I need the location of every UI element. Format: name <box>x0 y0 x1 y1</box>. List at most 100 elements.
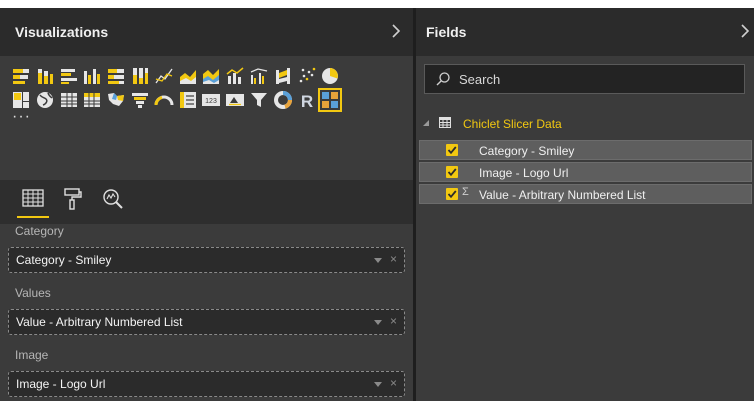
checkmark-icon <box>447 190 457 199</box>
slicer-icon[interactable] <box>248 89 270 111</box>
pie-chart-icon[interactable] <box>319 65 341 87</box>
gauge-icon[interactable] <box>153 89 175 111</box>
funnel-icon[interactable] <box>129 89 151 111</box>
visualization-row-1 <box>10 65 343 87</box>
filled-map-icon[interactable] <box>105 89 127 111</box>
analytics-magnifier-icon <box>103 189 123 209</box>
r-script-visual-icon-glyph: R <box>300 92 312 111</box>
clustered-column-icon[interactable] <box>81 65 103 87</box>
table-name: Chiclet Slicer Data <box>463 117 562 131</box>
visualization-row-2: 123 R <box>10 88 343 112</box>
stacked-bar-icon-glyph <box>13 69 29 84</box>
close-icon[interactable]: × <box>390 376 397 390</box>
field-checkbox[interactable] <box>446 144 458 156</box>
clustered-column-icon-glyph <box>84 69 101 84</box>
field-name: Category - Smiley <box>479 144 575 158</box>
image-well[interactable]: Image - Logo Url × <box>8 371 405 397</box>
area-chart-icon[interactable] <box>177 65 199 87</box>
values-well-label: Values <box>15 286 51 300</box>
chevron-down-icon[interactable] <box>374 320 382 325</box>
matrix-icon[interactable] <box>81 89 103 111</box>
close-icon[interactable]: × <box>390 252 397 266</box>
chevron-down-icon[interactable] <box>374 258 382 263</box>
sigma-icon: Σ <box>462 186 469 198</box>
fields-tab[interactable] <box>20 186 46 212</box>
analytics-tab[interactable] <box>100 186 126 212</box>
table-icon-glyph <box>60 93 77 107</box>
scatter-chart-icon[interactable] <box>296 65 318 87</box>
line-chart-icon[interactable] <box>153 65 175 87</box>
values-well[interactable]: Value - Arbitrary Numbered List × <box>8 309 405 335</box>
expand-caret-icon[interactable] <box>423 120 429 126</box>
line-column-icon[interactable] <box>224 65 246 87</box>
100-stacked-column-icon[interactable] <box>129 65 151 87</box>
clustered-bar-icon[interactable] <box>58 65 80 87</box>
field-row[interactable]: Image - Logo Url <box>419 162 752 182</box>
field-name: Image - Logo Url <box>479 166 569 180</box>
paint-roller-icon <box>64 188 82 210</box>
matrix-icon-glyph <box>84 93 101 107</box>
more-visuals-button[interactable]: ··· <box>12 109 31 125</box>
r-script-visual-icon[interactable]: R <box>296 89 318 111</box>
100-stacked-bar-icon-glyph <box>108 69 125 84</box>
field-row[interactable]: Category - Smiley <box>419 140 752 160</box>
kpi-icon-glyph <box>226 94 245 106</box>
card-icon[interactable]: 123 <box>200 89 222 111</box>
multi-row-card-icon[interactable] <box>177 89 199 111</box>
image-well-value: Image - Logo Url <box>16 377 106 391</box>
active-tab-indicator <box>17 216 49 218</box>
visualizations-header: Visualizations <box>0 8 413 56</box>
chevron-down-icon[interactable] <box>374 382 382 387</box>
line-chart-icon-glyph <box>155 68 173 84</box>
kpi-icon[interactable] <box>224 89 246 111</box>
100-stacked-bar-icon[interactable] <box>105 65 127 87</box>
stacked-column-icon[interactable] <box>34 65 56 87</box>
svg-text:R: R <box>300 92 312 111</box>
chevron-right-icon[interactable] <box>389 22 403 40</box>
fields-title: Fields <box>426 24 467 40</box>
stacked-area-icon[interactable] <box>200 65 222 87</box>
table-icon[interactable] <box>58 89 80 111</box>
search-placeholder: Search <box>459 72 501 87</box>
map-icon-glyph <box>36 92 53 108</box>
visualization-tabs <box>0 180 413 224</box>
format-tab[interactable] <box>60 186 86 212</box>
close-icon[interactable]: × <box>390 314 397 328</box>
stacked-area-icon-glyph <box>203 69 220 84</box>
visualizations-pane: Visualizations 123 R ··· Category Catego… <box>0 8 413 401</box>
field-checkbox[interactable] <box>446 188 458 200</box>
ribbon-chart-icon-glyph <box>275 68 290 84</box>
category-well[interactable]: Category - Smiley × <box>8 247 405 273</box>
filled-map-icon-glyph <box>108 93 125 106</box>
scatter-chart-icon-glyph <box>299 67 315 83</box>
donut-chart-icon-glyph <box>273 91 292 109</box>
map-icon[interactable] <box>34 89 56 111</box>
stacked-bar-icon[interactable] <box>10 65 32 87</box>
chiclet-slicer-icon[interactable] <box>318 88 343 112</box>
fields-pane: Fields Search Chiclet Slicer Data Catego… <box>416 8 754 401</box>
chiclet-slicer-icon-glyph <box>322 92 339 108</box>
field-name: Value - Arbitrary Numbered List <box>479 188 646 202</box>
pie-chart-icon-glyph <box>322 68 339 84</box>
ribbon-chart-icon[interactable] <box>272 65 294 87</box>
line-clustered-column-icon[interactable] <box>248 65 270 87</box>
field-row[interactable]: Σ Value - Arbitrary Numbered List <box>419 184 752 204</box>
area-chart-icon-glyph <box>179 70 196 84</box>
values-well-value: Value - Arbitrary Numbered List <box>16 315 183 329</box>
table-icon <box>439 117 451 128</box>
table-node[interactable]: Chiclet Slicer Data <box>416 114 754 134</box>
search-icon <box>436 72 450 86</box>
line-column-icon-glyph <box>226 67 244 84</box>
donut-chart-icon[interactable] <box>272 89 294 111</box>
stacked-column-icon-glyph <box>37 69 53 84</box>
line-clustered-column-icon-glyph <box>250 68 268 84</box>
image-well-label: Image <box>15 348 49 362</box>
fields-header: Fields <box>416 8 754 56</box>
multi-row-card-icon-glyph <box>179 92 196 108</box>
search-input[interactable]: Search <box>424 64 745 94</box>
chevron-right-icon[interactable] <box>738 22 752 40</box>
field-checkbox[interactable] <box>446 166 458 178</box>
visualization-gallery: 123 R ··· <box>0 56 413 188</box>
visualizations-title: Visualizations <box>15 24 109 40</box>
100-stacked-column-icon-glyph <box>132 68 148 84</box>
